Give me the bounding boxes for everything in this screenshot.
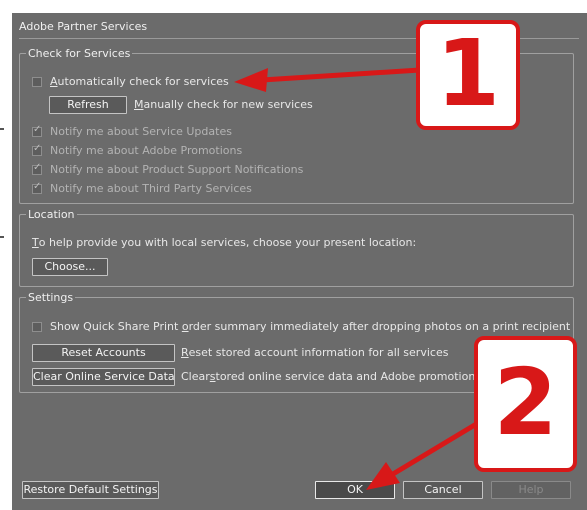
refresh-button[interactable]: Refresh bbox=[49, 96, 127, 114]
notify-label: Notify me about Service Updates bbox=[50, 125, 232, 138]
manual-check-label: Manually check for new services bbox=[134, 98, 313, 111]
location-group: Location To help provide you with local … bbox=[19, 208, 574, 287]
background-page-strip bbox=[0, 0, 12, 510]
restore-defaults-button[interactable]: Restore Default Settings bbox=[22, 481, 159, 499]
quick-share-label: Show Quick Share Print order summary imm… bbox=[50, 320, 571, 333]
notify-checkbox[interactable] bbox=[32, 124, 42, 137]
notify-checkbox[interactable] bbox=[32, 162, 42, 175]
notify-label: Notify me about Product Support Notifica… bbox=[50, 163, 304, 176]
callout-number: 2 bbox=[493, 349, 558, 456]
clear-data-description: Clear s tored online service data and Ado… bbox=[181, 370, 482, 383]
clear-online-data-button[interactable]: Clear Online Service Data bbox=[32, 368, 175, 386]
ok-button[interactable]: OK bbox=[315, 481, 395, 499]
group-legend: Location bbox=[28, 208, 75, 221]
notify-checkbox[interactable] bbox=[32, 143, 42, 156]
page-mark bbox=[0, 128, 4, 130]
callout-2: 2 bbox=[474, 336, 577, 472]
notify-service-updates[interactable]: Notify me about Service Updates bbox=[32, 124, 232, 138]
notify-label: Notify me about Third Party Services bbox=[50, 182, 252, 195]
notify-adobe-promotions[interactable]: Notify me about Adobe Promotions bbox=[32, 143, 243, 157]
group-legend: Settings bbox=[28, 291, 74, 304]
callout-number: 1 bbox=[435, 20, 500, 127]
callout-1: 1 bbox=[416, 20, 520, 130]
group-legend: Check for Services bbox=[28, 47, 131, 60]
page-mark bbox=[0, 236, 4, 238]
quick-share-row[interactable]: Show Quick Share Print order summary imm… bbox=[32, 320, 570, 333]
notify-checkbox[interactable] bbox=[32, 181, 42, 194]
auto-check-label: Automatically check for services bbox=[50, 75, 229, 88]
cancel-button[interactable]: Cancel bbox=[403, 481, 483, 499]
reset-accounts-button[interactable]: Reset Accounts bbox=[32, 344, 175, 362]
notify-label: Notify me about Adobe Promotions bbox=[50, 144, 243, 157]
choose-location-button[interactable]: Choose... bbox=[32, 258, 108, 276]
location-prompt: To help provide you with local services,… bbox=[32, 236, 417, 249]
notify-third-party[interactable]: Notify me about Third Party Services bbox=[32, 181, 252, 195]
auto-check-checkbox[interactable] bbox=[32, 76, 42, 87]
quick-share-checkbox[interactable] bbox=[32, 321, 42, 332]
notify-product-support[interactable]: Notify me about Product Support Notifica… bbox=[32, 162, 304, 176]
reset-accounts-description: Reset stored account information for all… bbox=[181, 346, 449, 359]
dialog-title: Adobe Partner Services bbox=[19, 20, 148, 33]
help-button[interactable]: Help bbox=[491, 481, 571, 499]
auto-check-row[interactable]: Automatically check for services bbox=[32, 75, 229, 88]
